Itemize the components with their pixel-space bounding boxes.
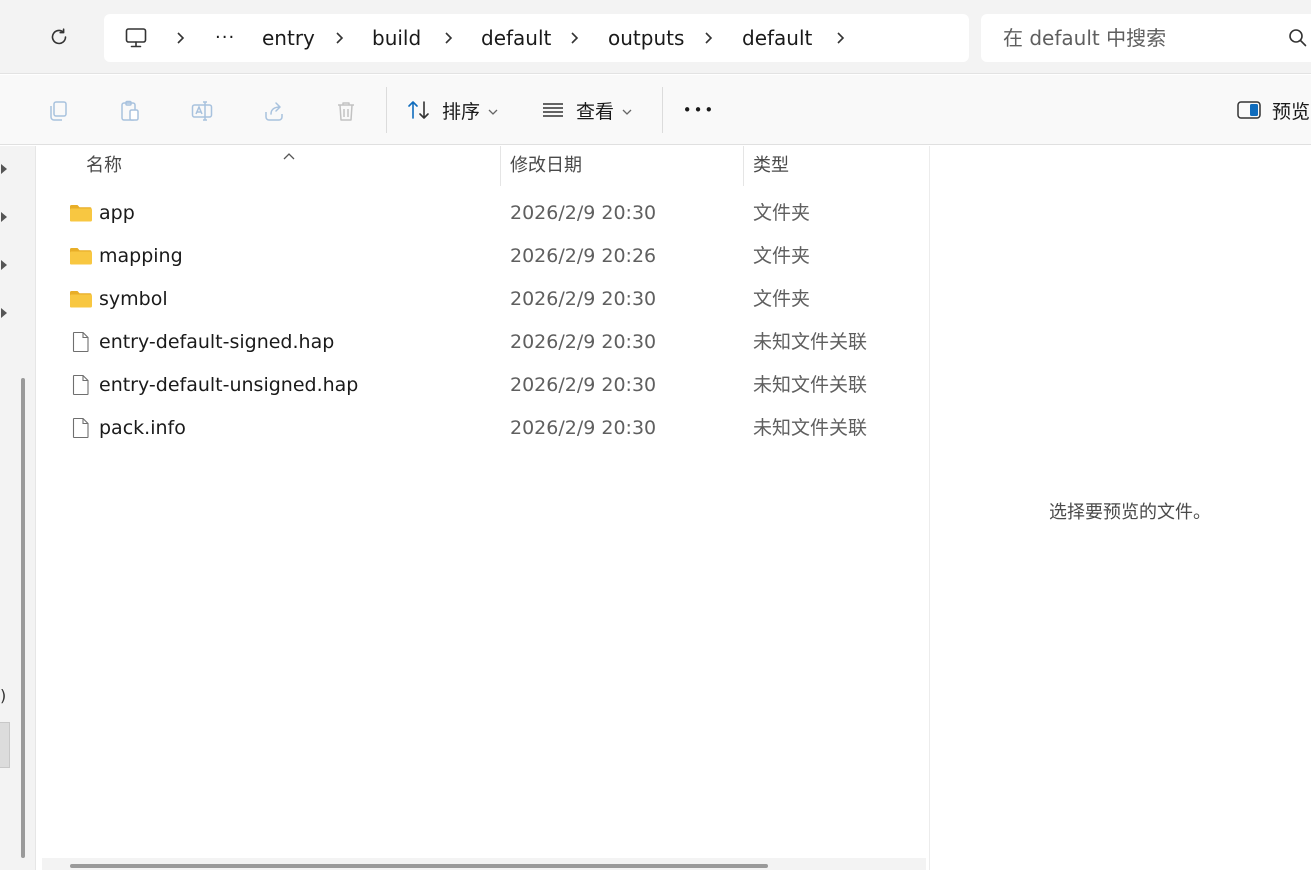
file-modified-date: 2026/2/9 20:26 bbox=[510, 245, 657, 267]
file-type: 未知文件关联 bbox=[753, 331, 868, 353]
chevron-right-icon[interactable] bbox=[702, 14, 714, 62]
file-type: 未知文件关联 bbox=[753, 374, 868, 396]
refresh-icon bbox=[48, 26, 70, 52]
file-modified-date: 2026/2/9 20:30 bbox=[510, 417, 657, 439]
folder-icon bbox=[69, 287, 93, 311]
file-type: 文件夹 bbox=[753, 288, 811, 310]
file-modified-date: 2026/2/9 20:30 bbox=[510, 331, 657, 353]
preview-empty-message: 选择要预览的文件。 bbox=[1049, 502, 1211, 523]
file-name: mapping bbox=[99, 245, 183, 267]
share-icon[interactable] bbox=[260, 97, 288, 125]
toolbar-separator bbox=[386, 87, 387, 133]
more-icon: ••• bbox=[682, 101, 716, 119]
breadcrumb[interactable]: ··· entry build default outputs default bbox=[104, 14, 969, 62]
sort-button[interactable]: 排序 bbox=[406, 89, 516, 131]
preview-pane-icon bbox=[1236, 99, 1262, 121]
file-modified-date: 2026/2/9 20:30 bbox=[510, 288, 657, 310]
refresh-button[interactable] bbox=[40, 20, 78, 58]
file-icon bbox=[69, 330, 93, 354]
rename-icon[interactable] bbox=[188, 97, 216, 125]
file-row[interactable]: entry-default-unsigned.hap 2026/2/9 20:3… bbox=[60, 365, 920, 405]
file-icon bbox=[69, 373, 93, 397]
nav-expand-chevron-icon[interactable] bbox=[0, 304, 10, 318]
nav-scrollbar[interactable] bbox=[21, 378, 25, 858]
file-modified-date: 2026/2/9 20:30 bbox=[510, 202, 657, 224]
horizontal-scrollbar-thumb[interactable] bbox=[70, 864, 768, 868]
file-explorer-window: ··· entry build default outputs default bbox=[0, 0, 1311, 870]
copy-icon[interactable] bbox=[44, 97, 72, 125]
chevron-down-icon bbox=[488, 101, 498, 120]
chevron-down-icon bbox=[622, 101, 632, 120]
more-options-button[interactable]: ••• bbox=[678, 89, 720, 131]
file-row[interactable]: app 2026/2/9 20:30 文件夹 bbox=[60, 193, 920, 233]
file-icon bbox=[69, 416, 93, 440]
file-type: 文件夹 bbox=[753, 202, 811, 224]
column-header-name[interactable]: 名称 bbox=[86, 146, 122, 186]
preview-pane: 选择要预览的文件。 bbox=[929, 146, 1311, 870]
file-name: symbol bbox=[99, 288, 168, 310]
file-name: entry-default-signed.hap bbox=[99, 331, 335, 353]
folder-icon bbox=[69, 201, 93, 225]
delete-icon[interactable] bbox=[332, 97, 360, 125]
breadcrumb-item-default[interactable]: default bbox=[481, 14, 551, 62]
paste-icon[interactable] bbox=[116, 97, 144, 125]
preview-pane-button[interactable]: 预览 bbox=[1236, 89, 1311, 131]
file-name: entry-default-unsigned.hap bbox=[99, 374, 359, 396]
chevron-right-icon[interactable] bbox=[834, 14, 846, 62]
file-row[interactable]: pack.info 2026/2/9 20:30 未知文件关联 bbox=[60, 408, 920, 448]
sort-icon bbox=[406, 98, 432, 122]
breadcrumb-item-default-current[interactable]: default bbox=[742, 14, 812, 62]
folder-icon bbox=[69, 244, 93, 268]
command-bar: 排序 查看 ••• 预览 bbox=[0, 75, 1311, 145]
breadcrumb-item-outputs[interactable]: outputs bbox=[608, 14, 684, 62]
horizontal-scrollbar[interactable] bbox=[42, 858, 926, 870]
column-header-modified[interactable]: 修改日期 bbox=[510, 146, 582, 186]
chevron-right-icon[interactable] bbox=[442, 14, 454, 62]
column-header-type[interactable]: 类型 bbox=[753, 146, 789, 186]
nav-expand-chevron-icon[interactable] bbox=[0, 208, 10, 222]
file-modified-date: 2026/2/9 20:30 bbox=[510, 374, 657, 396]
chevron-right-icon[interactable] bbox=[333, 14, 345, 62]
nav-expand-chevron-icon[interactable] bbox=[0, 160, 10, 174]
view-label: 查看 bbox=[576, 100, 615, 123]
file-name: app bbox=[99, 202, 135, 224]
file-name: pack.info bbox=[99, 417, 186, 439]
view-list-icon bbox=[540, 98, 566, 122]
nav-selected-item[interactable] bbox=[0, 722, 10, 768]
breadcrumb-overflow-button[interactable]: ··· bbox=[215, 14, 235, 62]
file-list: 名称 修改日期 类型 app 2026/2/9 20:30 文件夹 mappin… bbox=[40, 146, 928, 870]
view-button[interactable]: 查看 bbox=[540, 89, 650, 131]
file-type: 未知文件关联 bbox=[753, 417, 868, 439]
search-placeholder: 在 default 中搜索 bbox=[1003, 26, 1167, 50]
sort-ascending-icon bbox=[282, 146, 296, 160]
nav-expand-chevron-icon[interactable] bbox=[0, 256, 10, 270]
search-icon[interactable] bbox=[1287, 27, 1311, 51]
column-divider[interactable] bbox=[500, 146, 501, 186]
navigation-pane: ) bbox=[0, 146, 36, 870]
breadcrumb-item-entry[interactable]: entry bbox=[262, 14, 315, 62]
nav-item-fragment: ) bbox=[0, 686, 7, 705]
file-row[interactable]: symbol 2026/2/9 20:30 文件夹 bbox=[60, 279, 920, 319]
chevron-right-icon[interactable] bbox=[174, 14, 186, 62]
search-input[interactable]: 在 default 中搜索 bbox=[981, 14, 1311, 62]
chevron-right-icon[interactable] bbox=[568, 14, 580, 62]
file-row[interactable]: mapping 2026/2/9 20:26 文件夹 bbox=[60, 236, 920, 276]
preview-label: 预览 bbox=[1272, 100, 1311, 123]
this-pc-icon[interactable] bbox=[124, 14, 148, 62]
column-divider[interactable] bbox=[743, 146, 744, 186]
breadcrumb-item-build[interactable]: build bbox=[372, 14, 421, 62]
file-type: 文件夹 bbox=[753, 245, 811, 267]
file-row[interactable]: entry-default-signed.hap 2026/2/9 20:30 … bbox=[60, 322, 920, 362]
address-bar: ··· entry build default outputs default bbox=[0, 0, 1311, 74]
sort-label: 排序 bbox=[442, 100, 481, 123]
toolbar-separator bbox=[662, 87, 663, 133]
